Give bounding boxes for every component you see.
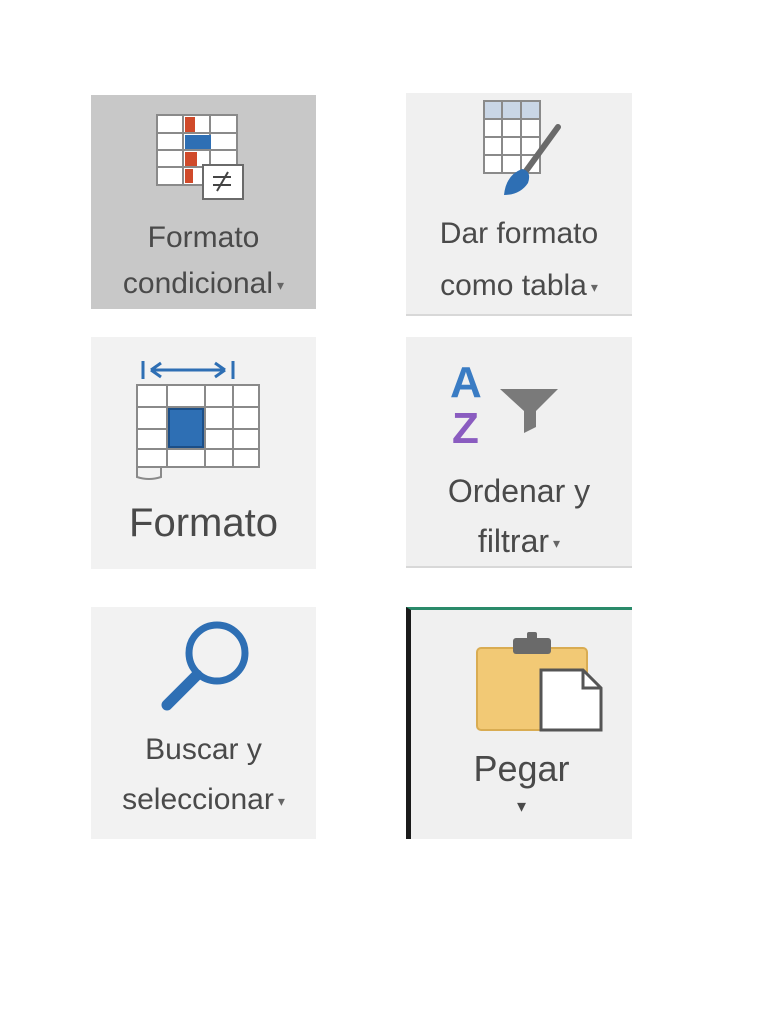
cell-format-icon [136, 361, 260, 480]
sort-a-letter: A [450, 359, 482, 407]
sort-z-letter: Z [452, 404, 479, 451]
clipboard-paste-icon [476, 632, 603, 732]
find-select-button[interactable]: Buscar y seleccionar ▾ [91, 607, 316, 839]
format-as-table-label-text: como tabla [440, 269, 587, 302]
conditional-format-icon [156, 114, 244, 200]
format-cells-label: Formato [129, 501, 278, 545]
conditional-format-button[interactable]: Formato condicional ▾ [91, 95, 316, 309]
sort-filter-label-line2: filtrar ▾ [406, 523, 632, 560]
paste-button[interactable]: Pegar ▾ [406, 607, 632, 839]
format-as-table-button[interactable]: Dar formato como tabla ▾ [406, 93, 632, 316]
format-as-table-label-line2: como tabla ▾ [406, 269, 632, 303]
find-select-label-line1: Buscar y [145, 733, 262, 766]
sort-filter-label-text: filtrar [477, 523, 550, 559]
sort-filter-label-line1: Ordenar y [447, 473, 591, 509]
chevron-down-icon: ▾ [553, 535, 561, 552]
conditional-format-label-line2: condicional ▾ [91, 267, 316, 301]
format-as-table-icon [483, 100, 561, 195]
conditional-format-label-text: condicional [122, 267, 274, 300]
chevron-down-icon: ▾ [590, 278, 598, 295]
sort-filter-button[interactable]: A Z Ordenar y filtrar ▾ [406, 337, 632, 568]
magnifier-icon [161, 621, 249, 711]
chevron-down-icon: ▾ [277, 276, 285, 293]
chevron-down-icon: ▾ [277, 792, 285, 809]
format-cells-button[interactable]: Formato [91, 337, 316, 569]
conditional-format-label-line1: Formato [147, 221, 260, 254]
paste-label: Pegar [473, 748, 570, 789]
sort-filter-icon: A Z [450, 359, 558, 451]
find-select-label-line2: seleccionar ▾ [91, 783, 316, 817]
format-as-table-label-line1: Dar formato [439, 217, 599, 250]
chevron-down-icon: ▾ [516, 796, 527, 816]
find-select-label-text: seleccionar [122, 783, 274, 816]
